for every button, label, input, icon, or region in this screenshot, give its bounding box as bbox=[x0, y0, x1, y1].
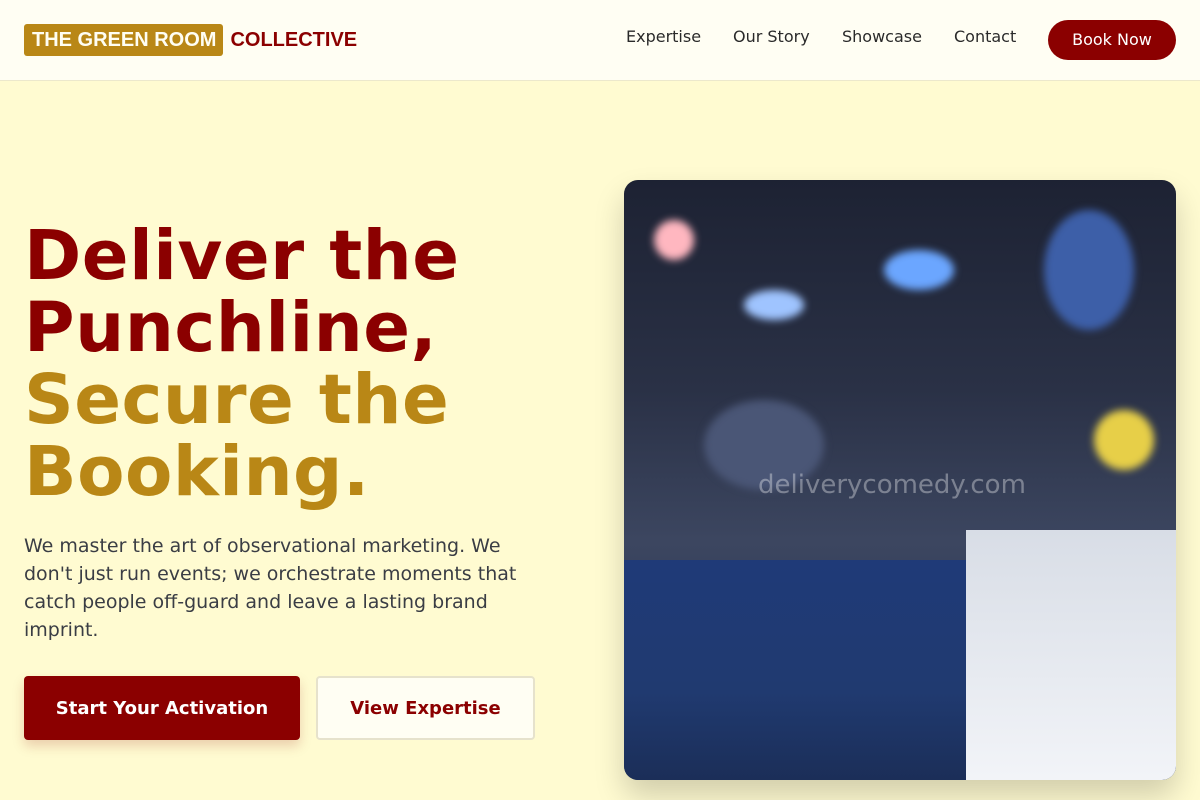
logo[interactable]: THE GREEN ROOM COLLECTIVE bbox=[24, 24, 357, 56]
hero-headline: Deliver the Punchline, Secure the Bookin… bbox=[24, 220, 584, 508]
nav-link-our-story[interactable]: Our Story bbox=[733, 27, 810, 47]
start-activation-button[interactable]: Start Your Activation bbox=[24, 676, 300, 740]
site-header: THE GREEN ROOM COLLECTIVE Expertise Our … bbox=[0, 0, 1200, 81]
book-now-button[interactable]: Book Now bbox=[1048, 20, 1176, 60]
headline-line: Deliver the bbox=[24, 216, 460, 296]
logo-badge: THE GREEN ROOM bbox=[24, 24, 224, 56]
hero-photo: deliverycomedy.com bbox=[624, 180, 1176, 780]
photo-watermark: deliverycomedy.com bbox=[758, 470, 1026, 500]
photo-display-area bbox=[966, 530, 1176, 780]
headline-line: Punchline, bbox=[24, 288, 438, 368]
headline-line: Booking. bbox=[24, 432, 370, 512]
nav-link-expertise[interactable]: Expertise bbox=[626, 27, 701, 47]
logo-text: COLLECTIVE bbox=[230, 28, 358, 51]
nav-link-showcase[interactable]: Showcase bbox=[842, 27, 922, 47]
view-expertise-button[interactable]: View Expertise bbox=[316, 676, 535, 740]
headline-line: Secure the bbox=[24, 360, 450, 440]
hero-description: We master the art of observational marke… bbox=[24, 535, 517, 641]
nav-link-contact[interactable]: Contact bbox=[954, 27, 1016, 47]
